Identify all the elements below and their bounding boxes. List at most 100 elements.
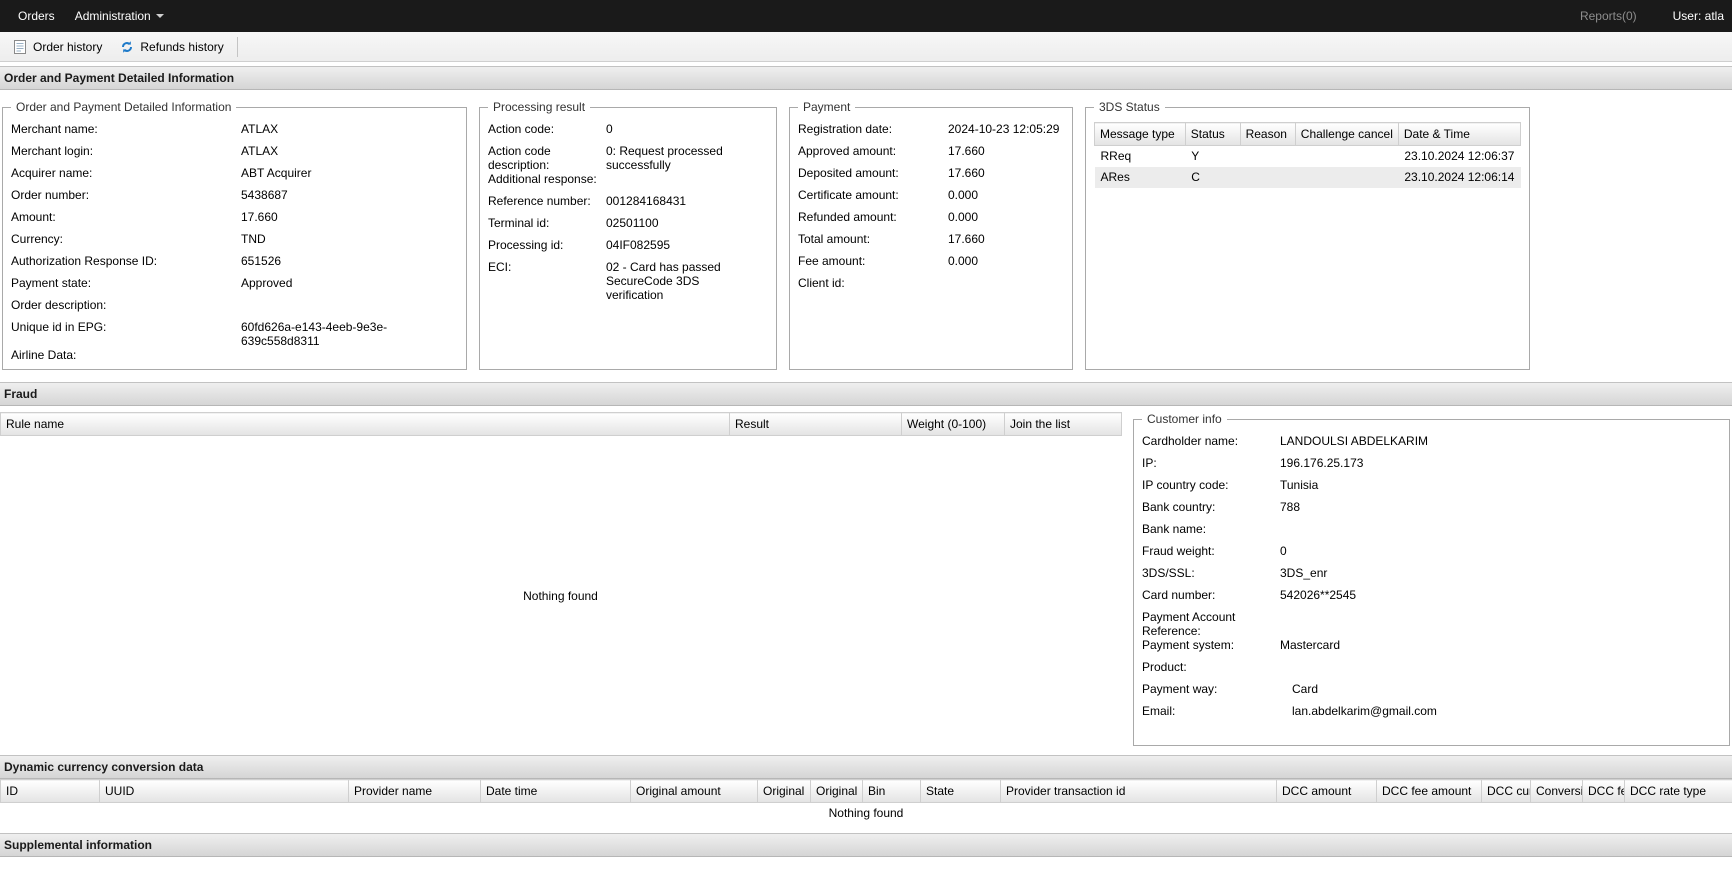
col-header-bin[interactable]: Bin bbox=[863, 780, 921, 803]
field-label: ECI: bbox=[488, 260, 606, 274]
row-ip-country-code: IP country code:Tunisia bbox=[1142, 478, 1721, 500]
field-label: Registration date: bbox=[798, 122, 948, 136]
row-bank-name: Bank name: bbox=[1142, 522, 1721, 544]
field-value: ATLAX bbox=[241, 144, 458, 158]
col-header-dcc-rate-type[interactable]: DCC rate type bbox=[1625, 780, 1732, 803]
order-history-button[interactable]: Order history bbox=[4, 35, 111, 59]
field-label: Client id: bbox=[798, 276, 948, 290]
dcc-table: ID UUID Provider name Date time Original… bbox=[0, 779, 1732, 803]
col-header-dcc-currency[interactable]: DCC curr bbox=[1482, 780, 1531, 803]
field-label: Additional response: bbox=[488, 172, 606, 186]
col-header-challenge-cancel[interactable]: Challenge cancel bbox=[1295, 123, 1398, 146]
toolbar-separator bbox=[237, 37, 238, 57]
menu-administration-label: Administration bbox=[75, 9, 151, 23]
col-header-date-time[interactable]: Date & Time bbox=[1398, 123, 1520, 146]
refunds-history-label: Refunds history bbox=[140, 40, 223, 54]
threeds-status-panel: 3DS Status Message type Status Reason Ch… bbox=[1085, 100, 1530, 370]
row-currency: Currency:TND bbox=[11, 232, 458, 254]
field-value: 0: Request processed successfully bbox=[606, 144, 768, 172]
row-amount: Amount:17.660 bbox=[11, 210, 458, 232]
field-value: TND bbox=[241, 232, 458, 246]
threeds-row-ares[interactable]: ARes C 23.10.2024 12:06:14 bbox=[1095, 167, 1521, 188]
field-value: 5438687 bbox=[241, 188, 458, 202]
field-value: 17.660 bbox=[241, 210, 458, 224]
col-header-provider-name[interactable]: Provider name bbox=[349, 780, 481, 803]
col-header-original-1[interactable]: Original bbox=[758, 780, 811, 803]
row-bank-country: Bank country:788 bbox=[1142, 500, 1721, 522]
col-header-state[interactable]: State bbox=[921, 780, 1001, 803]
col-header-dcc-fee[interactable]: DCC fee bbox=[1583, 780, 1625, 803]
row-order-number: Order number:5438687 bbox=[11, 188, 458, 210]
current-user-label: User: atla bbox=[1673, 9, 1724, 23]
field-value: 542026**2545 bbox=[1280, 588, 1721, 602]
menu-orders[interactable]: Orders bbox=[8, 5, 65, 27]
fraud-section-title: Fraud bbox=[4, 387, 37, 401]
threeds-row-rreq[interactable]: RReq Y 23.10.2024 12:06:37 bbox=[1095, 146, 1521, 167]
processing-result-legend: Processing result bbox=[488, 100, 590, 114]
field-label: Refunded amount: bbox=[798, 210, 948, 224]
menu-administration[interactable]: Administration bbox=[65, 5, 174, 27]
col-header-reason[interactable]: Reason bbox=[1240, 123, 1295, 146]
chevron-down-icon bbox=[156, 14, 164, 18]
reports-link[interactable]: Reports(0) bbox=[1580, 9, 1637, 23]
col-header-conversion[interactable]: Conversi bbox=[1531, 780, 1583, 803]
threeds-header-row: Message type Status Reason Challenge can… bbox=[1095, 123, 1521, 146]
field-label: Action code description: bbox=[488, 144, 606, 172]
field-value: Tunisia bbox=[1280, 478, 1721, 492]
row-refunded-amount: Refunded amount:0.000 bbox=[798, 210, 1064, 232]
row-product: Product: bbox=[1142, 660, 1721, 682]
field-value: Approved bbox=[241, 276, 458, 290]
col-header-provider-transaction-id[interactable]: Provider transaction id bbox=[1001, 780, 1277, 803]
col-header-dcc-amount[interactable]: DCC amount bbox=[1277, 780, 1377, 803]
field-value: 17.660 bbox=[948, 232, 1064, 246]
field-value: 2024-10-23 12:05:29 bbox=[948, 122, 1064, 136]
field-value: 196.176.25.173 bbox=[1280, 456, 1721, 470]
row-reference-number: Reference number:001284168431 bbox=[488, 194, 768, 216]
refresh-icon bbox=[120, 40, 134, 54]
refunds-history-button[interactable]: Refunds history bbox=[111, 35, 232, 59]
col-header-status[interactable]: Status bbox=[1185, 123, 1240, 146]
row-email: Email:lan.abdelkarim@gmail.com bbox=[1142, 704, 1721, 726]
field-label: IP: bbox=[1142, 456, 1280, 470]
row-merchant-name: Merchant name:ATLAX bbox=[11, 122, 458, 144]
col-header-uuid[interactable]: UUID bbox=[100, 780, 349, 803]
col-header-id[interactable]: ID bbox=[1, 780, 100, 803]
row-action-code: Action code:0 bbox=[488, 122, 768, 144]
col-header-message-type[interactable]: Message type bbox=[1095, 123, 1186, 146]
field-label: Total amount: bbox=[798, 232, 948, 246]
col-header-date-time[interactable]: Date time bbox=[481, 780, 631, 803]
field-value: lan.abdelkarim@gmail.com bbox=[1280, 704, 1721, 718]
order-history-label: Order history bbox=[33, 40, 102, 54]
col-header-weight[interactable]: Weight (0-100) bbox=[902, 413, 1005, 436]
payment-panel: Payment Registration date:2024-10-23 12:… bbox=[789, 100, 1073, 370]
cell-date-time: 23.10.2024 12:06:37 bbox=[1398, 146, 1520, 167]
field-label: Processing id: bbox=[488, 238, 606, 252]
cell-message-type: ARes bbox=[1095, 167, 1186, 188]
field-value: LANDOULSI ABDELKARIM bbox=[1280, 434, 1721, 448]
col-header-original-amount[interactable]: Original amount bbox=[631, 780, 758, 803]
field-label: Certificate amount: bbox=[798, 188, 948, 202]
col-header-dcc-fee-amount[interactable]: DCC fee amount bbox=[1377, 780, 1482, 803]
col-header-rule-name[interactable]: Rule name bbox=[1, 413, 730, 436]
row-additional-response: Additional response: bbox=[488, 172, 768, 194]
row-order-description: Order description: bbox=[11, 298, 458, 320]
row-authorization-response-id: Authorization Response ID:651526 bbox=[11, 254, 458, 276]
cell-message-type: RReq bbox=[1095, 146, 1186, 167]
field-label: Payment system: bbox=[1142, 638, 1280, 652]
col-header-original-2[interactable]: Original bbox=[811, 780, 863, 803]
field-value: 3DS_enr bbox=[1280, 566, 1721, 580]
field-label: Order number: bbox=[11, 188, 241, 202]
customer-info-panel: Customer info Cardholder name:LANDOULSI … bbox=[1133, 412, 1730, 746]
top-menu-bar: Orders Administration Reports(0) User: a… bbox=[0, 0, 1732, 32]
col-header-result[interactable]: Result bbox=[730, 413, 902, 436]
row-unique-id-in-epg: Unique id in EPG:60fd626a-e143-4eeb-9e3e… bbox=[11, 320, 458, 348]
row-eci: ECI:02 - Card has passed SecureCode 3DS … bbox=[488, 260, 768, 302]
field-label: Fraud weight: bbox=[1142, 544, 1280, 558]
row-ip: IP:196.176.25.173 bbox=[1142, 456, 1721, 478]
row-total-amount: Total amount:17.660 bbox=[798, 232, 1064, 254]
field-label: Bank country: bbox=[1142, 500, 1280, 514]
row-3ds-ssl: 3DS/SSL:3DS_enr bbox=[1142, 566, 1721, 588]
col-header-join-the-list[interactable]: Join the list bbox=[1005, 413, 1122, 436]
row-action-code-description: Action code description:0: Request proce… bbox=[488, 144, 768, 172]
field-label: Payment Account Reference: bbox=[1142, 610, 1280, 638]
